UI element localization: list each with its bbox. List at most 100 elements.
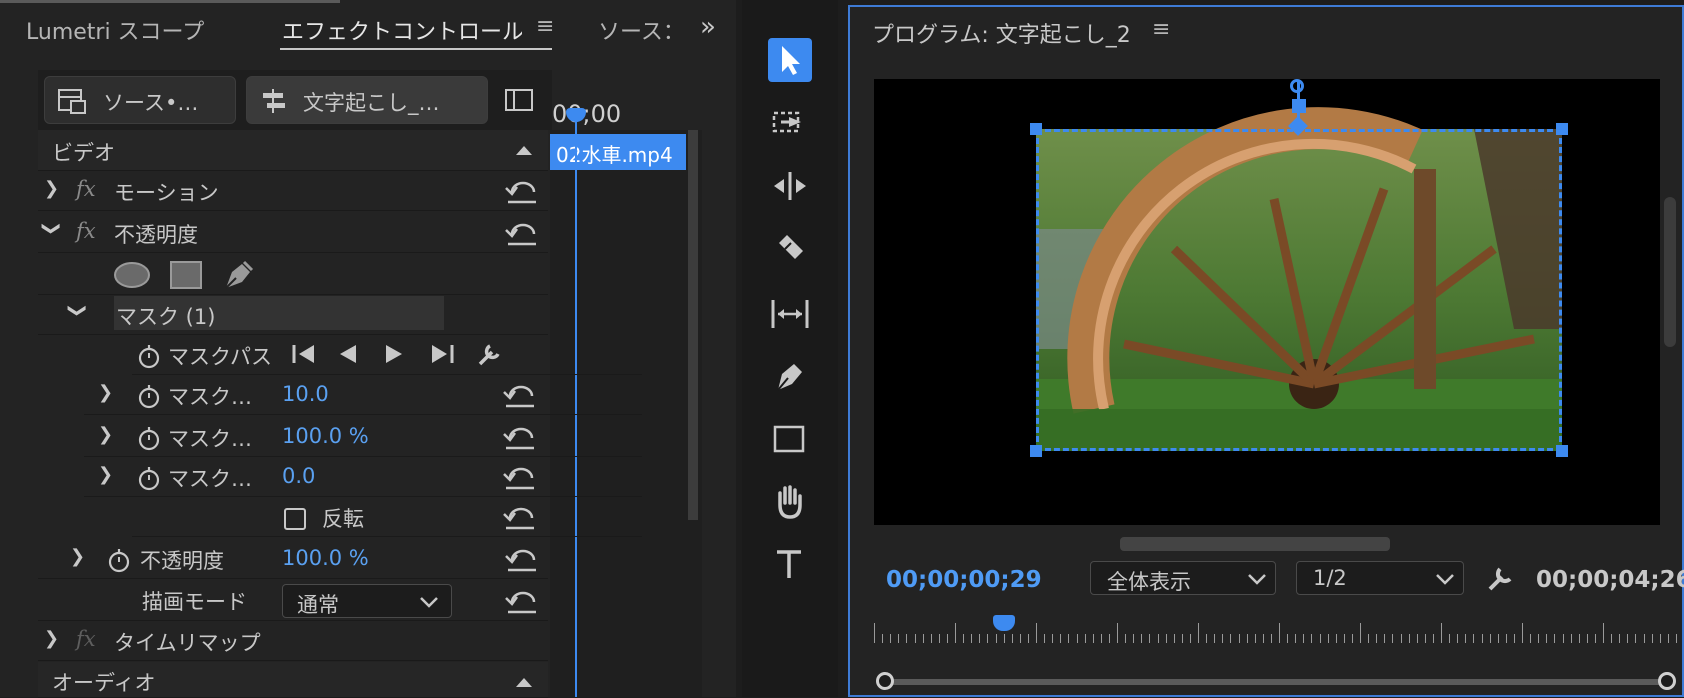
chevron-down-icon[interactable]: ❯ (41, 221, 62, 236)
mask-feather-value[interactable]: 10.0 (282, 382, 329, 406)
mask-handle-top-left[interactable] (1030, 123, 1042, 135)
pen-tool[interactable] (768, 354, 812, 398)
motion-effect-row[interactable]: ❯ fx モーション (38, 170, 548, 211)
pen-mask-icon[interactable] (220, 258, 256, 292)
chevron-right-icon[interactable]: ❯ (44, 628, 59, 649)
tab-lumetri-scopes[interactable]: Lumetri スコープ (26, 14, 204, 46)
chevron-right-icon[interactable]: ❯ (70, 546, 85, 567)
collapse-up-icon[interactable] (516, 678, 532, 687)
chevron-down-icon[interactable]: ❯ (67, 303, 88, 318)
track-forward-icon[interactable] (428, 342, 458, 366)
panel-menu-icon[interactable]: ≡ (1152, 17, 1170, 42)
mask-outline[interactable] (1036, 129, 1562, 451)
ruler-tick (955, 623, 956, 643)
audio-section-header[interactable]: オーディオ (38, 662, 548, 698)
stopwatch-icon[interactable] (106, 546, 132, 574)
stopwatch-icon[interactable] (136, 464, 162, 492)
razor-tool[interactable] (768, 228, 812, 272)
timeline-clip[interactable]: 02水車.mp4 (550, 134, 686, 170)
settings-wrench-icon[interactable] (1486, 563, 1516, 593)
time-remap-effect-row[interactable]: ❯ fx タイムリマップ (38, 620, 548, 661)
ruler-tick (1441, 623, 1442, 643)
type-icon (777, 550, 801, 578)
reset-icon[interactable] (502, 504, 536, 530)
stopwatch-icon[interactable] (136, 342, 162, 370)
toggle-timeline-icon[interactable] (504, 88, 534, 112)
mask-opacity-value[interactable]: 100.0 % (282, 424, 369, 448)
reset-icon[interactable] (502, 464, 536, 490)
selection-tool[interactable] (768, 38, 812, 82)
zoom-dropdown[interactable]: 全体表示 (1090, 561, 1276, 595)
ruler-tick (1093, 634, 1094, 643)
ellipse-mask-icon[interactable] (112, 260, 152, 290)
sequence-clip-button[interactable]: 文字起こし_… (246, 76, 488, 124)
ruler-tick (947, 634, 948, 643)
hand-tool[interactable] (768, 480, 812, 524)
step-forward-icon[interactable] (382, 342, 406, 366)
tab-source[interactable]: ソース： (598, 14, 685, 46)
vertical-scrollbar[interactable] (1664, 197, 1676, 347)
zoom-bar-right-handle[interactable] (1658, 672, 1676, 690)
reset-icon[interactable] (504, 588, 538, 614)
ruler-tick (1336, 634, 1337, 643)
reset-icon[interactable] (504, 220, 538, 246)
fx-icon[interactable]: fx (76, 177, 96, 201)
reset-icon[interactable] (502, 382, 536, 408)
stopwatch-icon[interactable] (136, 424, 162, 452)
reset-icon[interactable] (502, 424, 536, 450)
ruler-tick (1060, 634, 1061, 643)
ruler-tick (1230, 634, 1231, 643)
step-backward-icon[interactable] (336, 342, 360, 366)
ruler-tick (963, 634, 964, 643)
ruler-tick (1044, 634, 1045, 643)
program-canvas[interactable] (874, 79, 1660, 525)
tab-effect-controls[interactable]: エフェクトコントロール (282, 14, 522, 46)
stopwatch-icon[interactable] (136, 382, 162, 410)
zoom-scroll-bar[interactable] (888, 679, 1668, 685)
track-select-icon (772, 111, 801, 133)
timeline-scrollbar[interactable] (688, 130, 698, 520)
rectangle-mask-icon[interactable] (168, 259, 204, 291)
type-tool[interactable] (768, 542, 812, 586)
mask-feather-handle[interactable] (1290, 79, 1304, 93)
source-clip-button[interactable]: ソース•… (44, 76, 236, 124)
track-select-tool[interactable] (768, 100, 812, 144)
mask-row[interactable]: ❯ マスク (1) (38, 294, 548, 335)
current-timecode[interactable]: 00;00;00;29 (886, 567, 1042, 593)
ruler-tick (1506, 634, 1507, 643)
blend-mode-dropdown[interactable]: 通常 (282, 584, 452, 618)
mask-expansion-handle[interactable] (1292, 99, 1306, 113)
blend-mode-label: 描画モード (142, 590, 247, 614)
horizontal-scrollbar[interactable] (1120, 537, 1390, 551)
zoom-bar-left-handle[interactable] (876, 672, 894, 690)
ripple-edit-tool[interactable] (768, 164, 812, 208)
resolution-dropdown[interactable]: 1/2 (1296, 561, 1464, 595)
slip-tool[interactable] (768, 292, 812, 336)
ruler-tick (1368, 634, 1369, 643)
chevron-right-icon[interactable]: ❯ (98, 424, 113, 445)
mask-handle-bottom-right[interactable] (1556, 445, 1568, 457)
invert-checkbox[interactable] (284, 508, 306, 530)
ruler-tick (1425, 634, 1426, 643)
rectangle-tool[interactable] (768, 418, 812, 462)
ruler-tick (1255, 634, 1256, 643)
fx-icon[interactable]: fx (76, 219, 96, 243)
chevron-right-icon[interactable]: ❯ (44, 178, 59, 199)
reset-icon[interactable] (504, 178, 538, 204)
mask-handle-top-right[interactable] (1556, 123, 1568, 135)
wrench-icon[interactable] (476, 340, 504, 368)
overflow-tabs-icon[interactable]: » (700, 12, 716, 42)
collapse-up-icon[interactable] (516, 146, 532, 155)
mask-handle-bottom-left[interactable] (1030, 445, 1042, 457)
chevron-right-icon[interactable]: ❯ (98, 464, 113, 485)
opacity-value[interactable]: 100.0 % (282, 546, 369, 570)
program-title[interactable]: プログラム: 文字起こし_2 (872, 17, 1131, 49)
chevron-right-icon[interactable]: ❯ (98, 382, 113, 403)
panel-menu-icon[interactable]: ≡ (536, 14, 554, 39)
video-section-header[interactable]: ビデオ (38, 130, 548, 171)
track-backward-icon[interactable] (290, 342, 320, 366)
reset-icon[interactable] (504, 546, 538, 572)
mask-expansion-value[interactable]: 0.0 (282, 464, 315, 488)
ruler-tick (1085, 634, 1086, 643)
opacity-effect-row[interactable]: ❯ fx 不透明度 (38, 212, 548, 253)
